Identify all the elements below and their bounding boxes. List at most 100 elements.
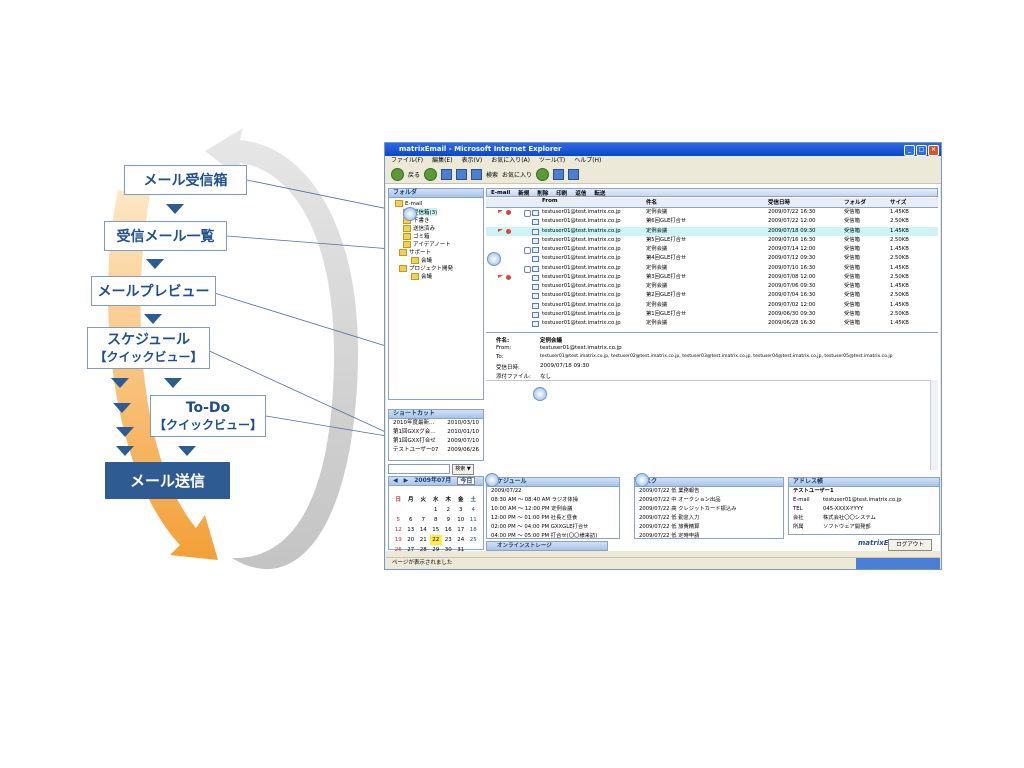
calendar-day[interactable]: 31 bbox=[455, 545, 468, 555]
calendar-day[interactable]: 28 bbox=[417, 545, 430, 555]
menu-tools[interactable]: ツール(T) bbox=[539, 157, 565, 164]
calendar-day[interactable]: 17 bbox=[455, 525, 468, 535]
calendar-day[interactable]: 20 bbox=[405, 535, 418, 545]
calendar-day[interactable]: 25 bbox=[467, 535, 480, 545]
mail-row[interactable]: testuser01@test.imatrix.co.jp 定例会議 2009/07… bbox=[486, 208, 938, 217]
flag-icon[interactable] bbox=[498, 274, 503, 278]
calendar-day[interactable]: 10 bbox=[455, 515, 468, 525]
calendar-day[interactable]: 21 bbox=[417, 535, 430, 545]
mail-icon[interactable] bbox=[553, 169, 565, 180]
mail-row[interactable]: testuser01@test.imatrix.co.jp 第5回GLE打合せ 20… bbox=[486, 236, 938, 245]
favorites-button[interactable]: お気に入り bbox=[502, 170, 532, 179]
calendar-day[interactable]: 14 bbox=[417, 525, 430, 535]
schedule-item[interactable]: 04:00 PM 〜 05:00 PM 打合せ(〇〇様来訪) bbox=[487, 532, 619, 541]
mail-row[interactable]: testuser01@test.imatrix.co.jp 第6回GLE打合せ 20… bbox=[486, 217, 938, 226]
calendar-day[interactable]: 4 bbox=[467, 505, 480, 515]
calendar-day[interactable]: 12 bbox=[392, 525, 405, 535]
folder-idea[interactable]: アイデアノート bbox=[403, 240, 451, 248]
calendar-day[interactable]: 2 bbox=[442, 505, 455, 515]
calendar-day[interactable]: 6 bbox=[405, 515, 418, 525]
delete-button[interactable]: 削除 bbox=[537, 189, 548, 197]
mail-row[interactable]: testuser01@test.imatrix.co.jp 定例会議 2009/07… bbox=[486, 245, 938, 254]
mail-row[interactable]: testuser01@test.imatrix.co.jp 第2回GLE打合せ 20… bbox=[486, 291, 938, 300]
flag-icon[interactable] bbox=[498, 210, 503, 213]
calendar-day[interactable]: 1 bbox=[430, 505, 443, 515]
task-item[interactable]: 2009/07/22 低 定時申請 bbox=[635, 532, 783, 541]
column-from[interactable]: From bbox=[542, 198, 558, 204]
shortcut-item[interactable]: 2010年度最新… 2010/03/10 bbox=[389, 419, 483, 428]
next-month-icon[interactable]: ▶ bbox=[404, 477, 409, 485]
preview-scrollbar[interactable] bbox=[930, 380, 938, 470]
forward-icon[interactable] bbox=[424, 168, 438, 181]
mail-row[interactable]: testuser01@test.imatrix.co.jp 第4回GLE打合せ 20… bbox=[486, 254, 938, 263]
print-button[interactable]: 印刷 bbox=[556, 189, 567, 197]
forward-button[interactable]: 転送 bbox=[594, 189, 605, 197]
history-icon[interactable] bbox=[536, 168, 550, 181]
schedule-item[interactable]: 08:30 AM 〜 08:40 AM ラジオ体操 bbox=[487, 496, 619, 505]
calendar-day[interactable]: 18 bbox=[467, 525, 480, 535]
task-item[interactable]: 2009/07/22 低 旅費精算 bbox=[635, 523, 783, 532]
menu-view[interactable]: 表示(V) bbox=[461, 157, 482, 164]
folder-trash[interactable]: ゴミ箱 bbox=[403, 232, 430, 240]
calendar-day[interactable]: 5 bbox=[392, 515, 405, 525]
logout-button[interactable]: ログアウト bbox=[888, 539, 932, 551]
mail-row[interactable]: testuser01@test.imatrix.co.jp 定例会議 2009/07… bbox=[486, 282, 938, 291]
calendar-day[interactable] bbox=[417, 505, 430, 515]
calendar-day[interactable]: 27 bbox=[405, 545, 418, 555]
search-button[interactable]: 検索 ▼ bbox=[452, 464, 474, 475]
schedule-item[interactable]: 12:00 PM 〜 01:00 PM 社長と昼食 bbox=[487, 514, 619, 523]
calendar-day[interactable]: 30 bbox=[442, 545, 455, 555]
calendar-day[interactable]: 3 bbox=[455, 505, 468, 515]
mail-row[interactable]: testuser01@test.imatrix.co.jp 定例会議 2009/07… bbox=[486, 264, 938, 273]
calendar-day[interactable]: 23 bbox=[442, 535, 455, 545]
calendar-day[interactable]: 15 bbox=[430, 525, 443, 535]
folder-email[interactable]: E-mail bbox=[395, 200, 422, 207]
mail-row[interactable]: testuser01@test.imatrix.co.jp 定例会議 2009/07… bbox=[486, 301, 938, 310]
folder-project[interactable]: プロジェクト開発 bbox=[399, 264, 453, 272]
column-size[interactable]: サイズ bbox=[890, 198, 906, 206]
new-button[interactable]: 新規 bbox=[518, 189, 529, 197]
reply-button[interactable]: 返信 bbox=[575, 189, 586, 197]
menu-edit[interactable]: 編集(E) bbox=[432, 157, 452, 164]
column-folder[interactable]: フォルダ bbox=[844, 198, 866, 206]
back-button[interactable]: 戻る bbox=[408, 170, 420, 179]
task-item[interactable]: 2009/07/22 低 勤怠入力 bbox=[635, 514, 783, 523]
schedule-item[interactable]: 10:00 AM 〜 12:00 PM 定例会議 bbox=[487, 505, 619, 514]
shortcut-item[interactable]: 第1回GXX打合せ 2009/07/10 bbox=[389, 437, 483, 446]
stop-icon[interactable] bbox=[441, 169, 453, 180]
home-icon[interactable] bbox=[471, 169, 483, 180]
print-icon[interactable] bbox=[568, 169, 580, 180]
search-input[interactable] bbox=[388, 464, 450, 474]
online-storage-bar[interactable]: オンラインストレージ bbox=[486, 541, 608, 551]
column-date[interactable]: 受信日時 bbox=[768, 198, 790, 206]
shortcut-item[interactable]: テストユーザー07 2009/06/26 bbox=[389, 446, 483, 455]
search-button[interactable]: 検索 bbox=[486, 170, 498, 179]
mail-row[interactable]: testuser01@test.imatrix.co.jp 定例会議 2009/06… bbox=[486, 319, 938, 328]
calendar-day[interactable]: 13 bbox=[405, 525, 418, 535]
back-icon[interactable] bbox=[391, 168, 404, 181]
mail-row[interactable]: testuser01@test.imatrix.co.jp 定例会議 2009/07… bbox=[486, 226, 938, 236]
calendar-day[interactable]: 9 bbox=[442, 515, 455, 525]
calendar-day[interactable]: 22 bbox=[429, 535, 442, 545]
menu-file[interactable]: ファイル(F) bbox=[391, 157, 423, 164]
today-button[interactable]: 今日 bbox=[457, 477, 476, 485]
preview-body[interactable] bbox=[486, 380, 930, 471]
schedule-item[interactable]: 02:00 PM 〜 04:00 PM GXXGLE打合せ bbox=[487, 523, 619, 532]
calendar-day[interactable] bbox=[467, 545, 480, 555]
calendar-day[interactable] bbox=[405, 505, 418, 515]
folder-support[interactable]: サポート bbox=[399, 248, 431, 256]
refresh-icon[interactable] bbox=[456, 169, 468, 180]
calendar-day[interactable]: 29 bbox=[430, 545, 443, 555]
shortcut-item[interactable]: 第1回GXXグ会… 2010/01/10 bbox=[389, 428, 483, 437]
folder-meeting[interactable]: 会議 bbox=[411, 256, 432, 264]
task-item[interactable]: 2009/07/22 低 業務報告 bbox=[635, 487, 783, 496]
calendar-day[interactable]: 24 bbox=[455, 535, 468, 545]
menu-help[interactable]: ヘルプ(H) bbox=[574, 157, 601, 164]
folder-sent[interactable]: 送信済み bbox=[403, 224, 435, 232]
minimize-icon[interactable]: _ bbox=[904, 145, 915, 156]
menu-favorites[interactable]: お気に入り(A) bbox=[491, 157, 530, 164]
flag-icon[interactable] bbox=[498, 228, 503, 232]
calendar-day[interactable]: 8 bbox=[430, 515, 443, 525]
maximize-icon[interactable]: □ bbox=[916, 145, 927, 156]
calendar-day[interactable]: 11 bbox=[467, 515, 480, 525]
